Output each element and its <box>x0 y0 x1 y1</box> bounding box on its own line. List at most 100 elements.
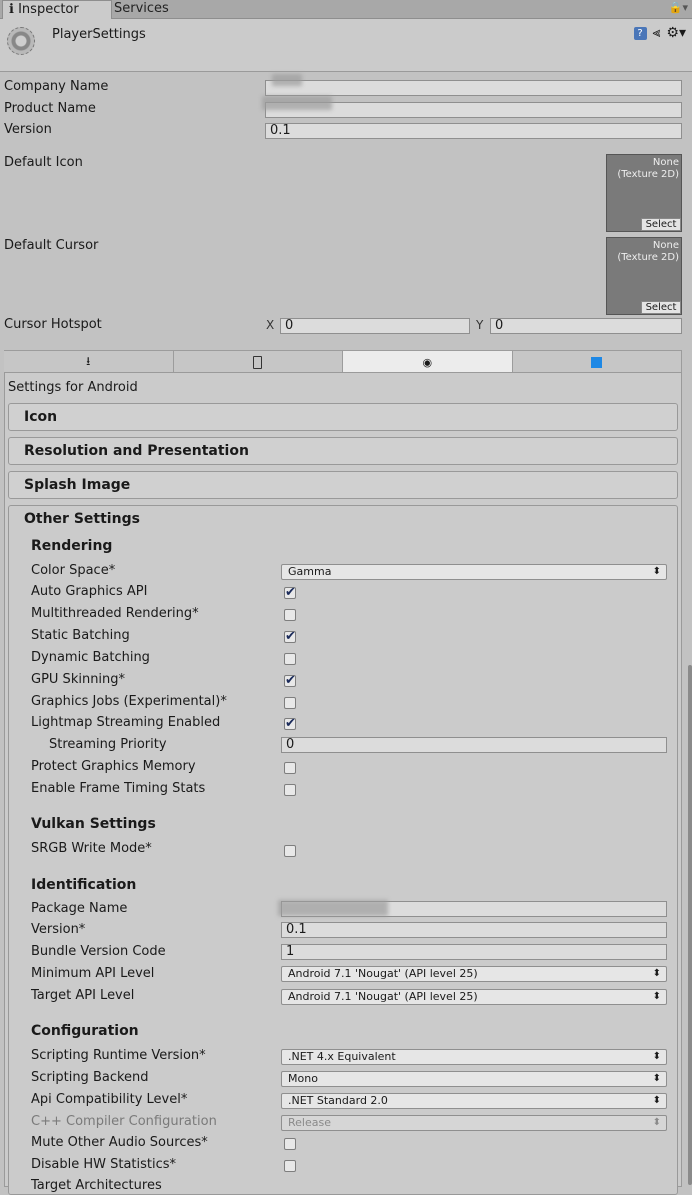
other-settings-header[interactable]: Other Settings <box>24 511 140 527</box>
checkmark-icon: ✔ <box>285 673 296 688</box>
dropdown-arrow-icon: ⬍ <box>652 1051 661 1062</box>
redacted-package-name <box>278 900 388 916</box>
target-api-level-label: Target API Level <box>31 988 135 1003</box>
tab-inspector[interactable]: ℹ Inspector <box>2 0 112 19</box>
mute-audio-label: Mute Other Audio Sources* <box>31 1135 208 1150</box>
texture-type: (Texture 2D) <box>617 169 679 180</box>
checkmark-icon: ✔ <box>285 585 296 600</box>
version-input[interactable]: 0.1 <box>265 123 682 139</box>
dropdown-arrow-icon: ⬍ <box>652 1095 661 1106</box>
cursor-hotspot-label: Cursor Hotspot <box>4 317 102 332</box>
gpu-skinning-checkbox[interactable]: ✔ <box>284 673 296 688</box>
texture-none: None <box>652 240 679 251</box>
scripting-backend-value: Mono <box>288 1072 318 1085</box>
min-api-level-label: Minimum API Level <box>31 966 155 981</box>
help-icon[interactable]: ? <box>633 26 647 40</box>
download-icon: ⭳ <box>86 353 91 368</box>
identification-title: Identification <box>31 877 137 893</box>
lock-icon[interactable]: 🔒▾ <box>669 1 688 14</box>
scripting-backend-dropdown[interactable]: Mono ⬍ <box>281 1071 667 1087</box>
page-title: PlayerSettings <box>52 27 146 42</box>
checkmark-icon: ✔ <box>285 629 296 644</box>
bundle-version-code-label: Bundle Version Code <box>31 944 166 959</box>
protect-graphics-memory-label: Protect Graphics Memory <box>31 759 196 774</box>
srgb-write-mode-checkbox[interactable] <box>284 845 296 857</box>
hotspot-x-input[interactable]: 0 <box>280 318 470 334</box>
tab-services[interactable]: Services <box>108 0 175 18</box>
hotspot-y-label: Y <box>476 318 484 332</box>
company-name-input[interactable] <box>265 80 682 96</box>
tab-windows[interactable] <box>512 351 682 373</box>
color-space-dropdown[interactable]: Gamma ⬍ <box>281 564 667 580</box>
gear-icon[interactable]: ⚙▾ <box>666 25 686 41</box>
hotspot-y-input[interactable]: 0 <box>490 318 682 334</box>
checkmark-icon: ✔ <box>285 716 296 731</box>
scripting-runtime-label: Scripting Runtime Version* <box>31 1048 206 1063</box>
resolution-foldout[interactable]: Resolution and Presentation <box>8 437 678 465</box>
default-cursor-slot[interactable]: None (Texture 2D) Select <box>606 237 682 315</box>
auto-graphics-api-label: Auto Graphics API <box>31 584 148 599</box>
splash-image-foldout[interactable]: Splash Image <box>8 471 678 499</box>
tab-ios[interactable] <box>173 351 343 373</box>
icon-foldout[interactable]: Icon <box>8 403 678 431</box>
company-name-label: Company Name <box>4 79 109 94</box>
api-compat-value: .NET Standard 2.0 <box>288 1094 388 1107</box>
dropdown-arrow-icon: ⬍ <box>652 566 661 577</box>
color-space-label: Color Space* <box>31 563 116 578</box>
identification-version-label: Version* <box>31 922 86 937</box>
frame-timing-stats-label: Enable Frame Timing Stats <box>31 781 206 796</box>
phone-icon <box>253 355 263 369</box>
gpu-skinning-label: GPU Skinning* <box>31 672 126 687</box>
graphics-jobs-label: Graphics Jobs (Experimental)* <box>31 694 227 709</box>
tab-standalone[interactable]: ⭳ <box>4 351 174 373</box>
cpp-compiler-dropdown: Release ⬍ <box>281 1115 667 1131</box>
dropdown-arrow-icon: ⬍ <box>652 1073 661 1084</box>
streaming-priority-label: Streaming Priority <box>49 737 167 752</box>
tab-inspector-label: Inspector <box>18 2 79 17</box>
protect-graphics-memory-checkbox[interactable] <box>284 762 296 774</box>
inspector-header: PlayerSettings ? ⫷ ⚙▾ <box>0 19 692 72</box>
preset-icon[interactable]: ⫷ <box>653 25 661 41</box>
disable-hw-stats-checkbox[interactable] <box>284 1160 296 1172</box>
scripting-runtime-dropdown[interactable]: .NET 4.x Equivalent ⬍ <box>281 1049 667 1065</box>
target-architectures-label: Target Architectures <box>31 1178 162 1193</box>
default-icon-select-button[interactable]: Select <box>641 218 681 231</box>
target-api-level-value: Android 7.1 'Nougat' (API level 25) <box>288 990 478 1003</box>
info-icon: ℹ <box>9 2 14 17</box>
srgb-write-mode-label: SRGB Write Mode* <box>31 841 152 856</box>
windows-icon <box>591 356 603 368</box>
multithreaded-rendering-checkbox[interactable] <box>284 609 296 621</box>
settings-for-label: Settings for Android <box>8 380 138 395</box>
auto-graphics-api-checkbox[interactable]: ✔ <box>284 585 296 600</box>
package-name-label: Package Name <box>31 901 128 916</box>
static-batching-checkbox[interactable]: ✔ <box>284 629 296 644</box>
hotspot-x-label: X <box>266 318 275 332</box>
dynamic-batching-checkbox[interactable] <box>284 653 296 665</box>
target-api-level-dropdown[interactable]: Android 7.1 'Nougat' (API level 25) ⬍ <box>281 989 667 1005</box>
lightmap-streaming-checkbox[interactable]: ✔ <box>284 716 296 731</box>
dynamic-batching-label: Dynamic Batching <box>31 650 150 665</box>
texture-type: (Texture 2D) <box>617 252 679 263</box>
platform-tabs: ⭳ ◉ <box>4 350 682 373</box>
cpp-compiler-label: C++ Compiler Configuration <box>31 1114 217 1129</box>
bundle-version-code-input[interactable]: 1 <box>281 944 667 960</box>
api-compat-dropdown[interactable]: .NET Standard 2.0 ⬍ <box>281 1093 667 1109</box>
default-cursor-select-button[interactable]: Select <box>641 301 681 314</box>
lightmap-streaming-label: Lightmap Streaming Enabled <box>31 715 221 730</box>
static-batching-label: Static Batching <box>31 628 130 643</box>
identification-version-input[interactable]: 0.1 <box>281 922 667 938</box>
frame-timing-stats-checkbox[interactable] <box>284 784 296 796</box>
min-api-level-dropdown[interactable]: Android 7.1 'Nougat' (API level 25) ⬍ <box>281 966 667 982</box>
android-icon: ◉ <box>422 355 433 369</box>
redacted-product-name <box>262 96 332 110</box>
api-compat-label: Api Compatibility Level* <box>31 1092 188 1107</box>
scripting-backend-label: Scripting Backend <box>31 1070 149 1085</box>
color-space-value: Gamma <box>288 565 332 578</box>
default-icon-slot[interactable]: None (Texture 2D) Select <box>606 154 682 232</box>
texture-none: None <box>652 157 679 168</box>
tab-android[interactable]: ◉ <box>343 351 513 373</box>
mute-audio-checkbox[interactable] <box>284 1138 296 1150</box>
vertical-scrollbar[interactable] <box>688 665 692 1185</box>
graphics-jobs-checkbox[interactable] <box>284 697 296 709</box>
streaming-priority-input[interactable]: 0 <box>281 737 667 753</box>
